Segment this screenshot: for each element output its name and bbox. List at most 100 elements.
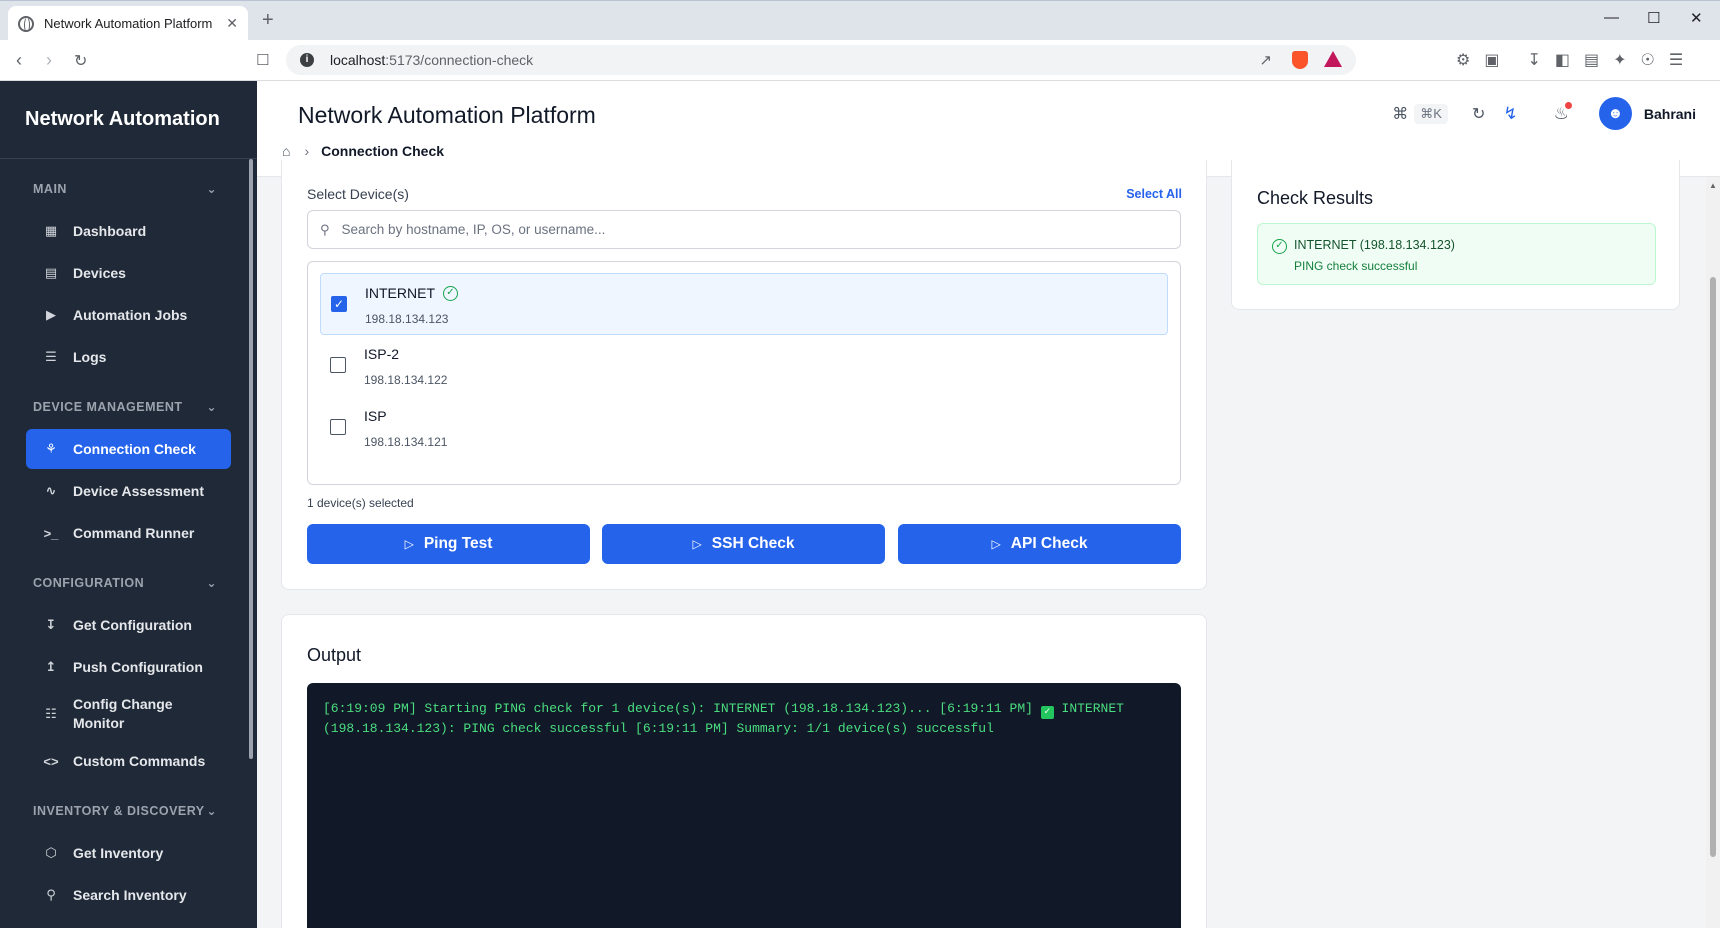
command-icon[interactable]: ⌘ xyxy=(1392,104,1408,124)
sidebar-item-devices[interactable]: ▤ Devices xyxy=(26,253,231,293)
page-title: Network Automation Platform xyxy=(298,102,596,128)
tab-close-icon[interactable]: ✕ xyxy=(226,15,238,32)
scrollbar-thumb[interactable] xyxy=(1710,277,1716,857)
play-icon: ▷ xyxy=(692,537,702,551)
minimize-button[interactable]: — xyxy=(1604,9,1619,26)
network-icon: ⚘ xyxy=(45,441,57,456)
result-device: INTERNET (198.18.134.123) xyxy=(1294,238,1455,252)
sidebar-toggle-icon[interactable]: ◧ xyxy=(1555,50,1570,70)
browser-toolbar-icons: ⚙ ▣ ↧ ◧ ▤ ✦ ☉ ☰ xyxy=(1456,50,1683,70)
url-path: :5173/connection-check xyxy=(385,52,534,68)
device-checkbox[interactable] xyxy=(330,419,346,435)
back-icon[interactable]: ‹ xyxy=(16,50,22,71)
sidebar-item-get-inventory[interactable]: ⬡ Get Inventory xyxy=(26,833,231,873)
select-devices-label: Select Device(s) xyxy=(307,186,409,202)
package-icon: ⬡ xyxy=(45,845,57,860)
upload-icon: ↥ xyxy=(45,659,57,674)
maximize-button[interactable]: ☐ xyxy=(1647,9,1660,27)
code-icon: <> xyxy=(43,753,59,769)
search-icon: ⚲ xyxy=(320,221,330,237)
user-name[interactable]: Bahrani xyxy=(1644,106,1696,122)
sidebar-item-config-change-monitor[interactable]: ☷ Config Change Monitor xyxy=(26,689,231,739)
menu-icon[interactable]: ☰ xyxy=(1669,50,1683,70)
api-check-button[interactable]: ▷ API Check xyxy=(898,524,1181,564)
main-scrollbar[interactable]: ▲ xyxy=(1706,177,1720,928)
sidebar-item-automation-jobs[interactable]: ▶ Automation Jobs xyxy=(26,295,231,335)
device-list: ✓ INTERNET ✓ 198.18.134.123 ISP-2 198.18.… xyxy=(307,261,1181,485)
ssh-check-button[interactable]: ▷ SSH Check xyxy=(602,524,885,564)
device-search: ⚲ xyxy=(307,210,1181,249)
brave-shield-icon[interactable] xyxy=(1292,51,1308,69)
device-checkbox[interactable]: ✓ xyxy=(331,296,347,312)
notification-dot xyxy=(1564,101,1572,109)
device-row-internet[interactable]: ✓ INTERNET ✓ 198.18.134.123 xyxy=(320,273,1168,335)
sidebar-item-device-assessment[interactable]: ∿ Device Assessment xyxy=(26,471,231,511)
wallet-icon[interactable]: ▤ xyxy=(1584,50,1599,70)
shortcut-hint: ⌘K xyxy=(1414,103,1448,124)
reload-icon[interactable]: ↻ xyxy=(74,51,87,71)
url-host: localhost xyxy=(330,52,386,68)
device-search-input[interactable] xyxy=(341,222,1162,237)
scroll-up-icon[interactable]: ▲ xyxy=(1709,181,1717,190)
device-name: ISP xyxy=(364,408,387,424)
site-info-icon[interactable]: i xyxy=(300,53,314,67)
extensions-icon[interactable]: ⚙ xyxy=(1456,50,1470,70)
section-device-management[interactable]: DEVICE MANAGEMENT ⌄ xyxy=(0,387,257,427)
select-all-link[interactable]: Select All xyxy=(1126,187,1182,201)
home-icon[interactable]: ⌂ xyxy=(282,143,290,159)
result-message: PING check successful xyxy=(1294,259,1418,273)
section-inventory-discovery[interactable]: INVENTORY & DISCOVERY ⌄ xyxy=(0,791,257,831)
download-icon[interactable]: ↧ xyxy=(1527,50,1540,70)
device-checkbox[interactable] xyxy=(330,357,346,373)
browser-tab-bar: Network Automation Platform ✕ + — ☐ ✕ xyxy=(0,0,1720,41)
sidebar-item-push-configuration[interactable]: ↥ Push Configuration xyxy=(26,647,231,687)
url-field[interactable]: i localhost:5173/connection-check ↗ xyxy=(286,45,1356,75)
device-row-isp[interactable]: ISP 198.18.134.121 xyxy=(320,397,1168,459)
browser-tab[interactable]: Network Automation Platform ✕ xyxy=(8,6,248,41)
share-icon[interactable]: ↗ xyxy=(1259,51,1272,69)
sidebar-scrollbar[interactable] xyxy=(249,159,253,759)
ping-test-button[interactable]: ▷ Ping Test xyxy=(307,524,590,564)
terminal-icon: >_ xyxy=(43,525,59,541)
sidebar-item-dashboard[interactable]: ▦ Dashboard xyxy=(26,211,231,251)
section-configuration[interactable]: CONFIGURATION ⌄ xyxy=(0,563,257,603)
sidebar-item-connection-check[interactable]: ⚘ Connection Check xyxy=(26,429,231,469)
sidebar-item-search-inventory[interactable]: ⚲ Search Inventory xyxy=(26,875,231,915)
vpn-icon[interactable]: ☉ xyxy=(1641,50,1655,70)
play-icon: ▷ xyxy=(991,537,1001,551)
device-name: INTERNET xyxy=(365,285,435,301)
bookmark-icon[interactable]: ☐ xyxy=(256,51,269,69)
sidebar-item-get-configuration[interactable]: ↧ Get Configuration xyxy=(26,605,231,645)
sidebar-item-custom-commands[interactable]: <> Custom Commands xyxy=(26,741,231,781)
download-icon: ↧ xyxy=(45,617,57,632)
device-ip: 198.18.134.123 xyxy=(365,312,449,326)
sidebar-brand: Network Automation xyxy=(0,81,257,159)
screenshot-icon[interactable]: ▣ xyxy=(1484,50,1499,70)
avatar[interactable]: ☻ xyxy=(1598,97,1632,130)
output-terminal[interactable]: [6:19:09 PM] Starting PING check for 1 d… xyxy=(307,683,1181,928)
selected-count: 1 device(s) selected xyxy=(307,496,414,510)
section-main[interactable]: MAIN ⌄ xyxy=(0,169,257,209)
play-icon: ▷ xyxy=(404,537,414,551)
sidebar-item-logs[interactable]: ☰ Logs xyxy=(26,337,231,377)
check-results-title: Check Results xyxy=(1257,188,1374,208)
window-close-button[interactable]: ✕ xyxy=(1690,9,1703,27)
leo-ai-icon[interactable]: ✦ xyxy=(1613,50,1626,70)
bolt-icon[interactable]: ↯ xyxy=(1503,104,1517,124)
breadcrumb: ⌂ › Connection Check xyxy=(282,143,444,159)
output-title: Output xyxy=(307,645,362,665)
server-icon: ▤ xyxy=(44,265,58,280)
sidebar-item-command-runner[interactable]: >_ Command Runner xyxy=(26,513,231,553)
brave-rewards-icon[interactable] xyxy=(1324,51,1342,67)
forward-icon[interactable]: › xyxy=(46,50,52,71)
new-tab-button[interactable]: + xyxy=(262,9,274,32)
result-item: ✓ INTERNET (198.18.134.123) PING check s… xyxy=(1257,223,1656,285)
device-ip: 198.18.134.121 xyxy=(364,435,448,449)
bell-icon[interactable]: ♨ xyxy=(1554,101,1572,124)
device-row-isp-2[interactable]: ISP-2 198.18.134.122 xyxy=(320,335,1168,397)
output-card: Output [6:19:09 PM] Starting PING check … xyxy=(281,614,1207,928)
refresh-icon[interactable]: ↻ xyxy=(1472,104,1485,124)
check-circle-icon: ✓ xyxy=(443,285,458,301)
sidebar: Network Automation MAIN ⌄ ▦ Dashboard ▤ Dev… xyxy=(0,81,257,928)
chevron-down-icon: ⌄ xyxy=(206,576,217,590)
